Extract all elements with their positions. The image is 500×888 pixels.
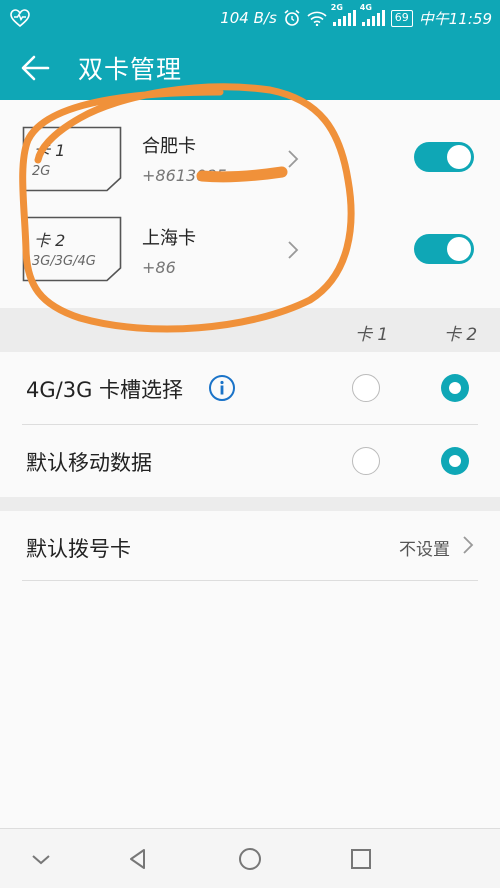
arrow-left-icon[interactable] (18, 52, 54, 84)
slot-select-label: 4G/3G 卡槽选择 (26, 378, 184, 402)
app-bar: 双卡管理 (0, 36, 500, 100)
recents-square-icon[interactable] (347, 845, 375, 873)
column-header: 卡 1 卡 2 (0, 308, 500, 352)
default-data-card1-radio[interactable] (352, 447, 380, 475)
divider (22, 580, 478, 581)
sim-row-2[interactable]: 卡 2 3G/3G/4G 上海卡 +86 (0, 204, 500, 296)
network-type-sim1: 2G (330, 3, 343, 12)
health-heart-icon (10, 9, 30, 27)
sim-card-bands: 2G (32, 164, 51, 179)
sim-number: +8613085 (142, 166, 227, 185)
sim-name: 上海卡 (142, 228, 196, 249)
chevron-right-icon (288, 241, 299, 259)
chevron-down-icon[interactable] (27, 845, 55, 873)
page-title: 双卡管理 (78, 55, 183, 84)
alarm-icon (284, 9, 300, 26)
home-circle-icon[interactable] (236, 845, 264, 873)
battery-indicator: 69 (390, 9, 413, 27)
signal-sim1-icon: 2G (331, 3, 356, 26)
default-data-label: 默认移动数据 (26, 451, 152, 475)
sim-row-1[interactable]: 卡 1 2G 合肥卡 +8613085 (0, 112, 500, 204)
section-gap (0, 497, 500, 511)
status-bar: 104 B/s 2G 4G 69 中午11:59 (0, 0, 500, 36)
sim1-toggle[interactable] (414, 142, 474, 172)
network-type-sim2: 4G (359, 3, 372, 12)
default-dial-label: 默认拨号卡 (26, 537, 131, 561)
back-triangle-icon[interactable] (124, 845, 152, 873)
sim-card-label: 卡 1 (34, 141, 66, 160)
sim-card-icon: 卡 1 2G (22, 126, 122, 192)
signal-sim2-icon: 4G (360, 3, 385, 26)
chevron-right-icon (463, 536, 474, 554)
sim-card-icon: 卡 2 3G/3G/4G (22, 216, 122, 282)
slot-select-row: 4G/3G 卡槽选择 (0, 352, 500, 424)
info-icon[interactable] (208, 374, 236, 402)
default-data-card2-radio[interactable] (441, 447, 469, 475)
slot-select-card1-radio[interactable] (352, 374, 380, 402)
sim-card-bands: 3G/3G/4G (32, 254, 96, 269)
chevron-right-icon (288, 150, 299, 168)
clock: 中午11:59 (418, 9, 492, 28)
wifi-icon (307, 11, 327, 26)
sim-name: 合肥卡 (142, 136, 196, 157)
column-label-card1: 卡 1 (355, 325, 389, 345)
navigation-bar (0, 828, 500, 888)
slot-select-card2-radio[interactable] (441, 374, 469, 402)
sim-number: +86 (142, 258, 176, 277)
sim2-toggle[interactable] (414, 234, 474, 264)
default-dial-value: 不设置 (399, 540, 450, 560)
network-speed: 104 B/s (220, 9, 277, 27)
default-data-row: 默认移动数据 (0, 425, 500, 497)
sim-card-label: 卡 2 (34, 231, 66, 250)
column-label-card2: 卡 2 (444, 325, 478, 345)
